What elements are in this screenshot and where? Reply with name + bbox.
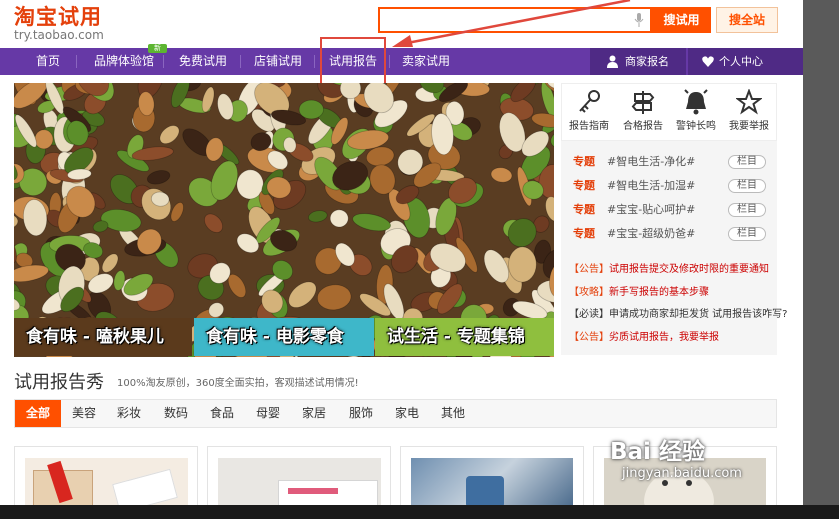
- banner-caption-autumn-nuts[interactable]: 食有味 - 嗑秋果儿: [14, 318, 192, 356]
- notice-text: 劣质试用报告，我要举报: [609, 332, 719, 343]
- topic-link[interactable]: #宝宝-贴心呵护#: [607, 203, 695, 217]
- page: 淘宝试用 try.taobao.com 搜试用 搜全站 首页 品牌体验馆 免费试…: [0, 0, 839, 519]
- topic-link[interactable]: #宝宝-超级奶爸#: [607, 227, 695, 241]
- clothing-shape: [466, 476, 504, 508]
- new-badge: 新: [148, 44, 167, 53]
- topic-column-button[interactable]: 栏目: [728, 179, 766, 193]
- product-label-shape: [288, 488, 338, 494]
- topic-row: 专题 #智电生活-净化# 栏目: [573, 155, 773, 169]
- search-all-button[interactable]: 搜全站: [716, 7, 778, 33]
- warning-bell-label: 警钟长鸣: [676, 121, 716, 132]
- topic-column-button[interactable]: 栏目: [728, 203, 766, 217]
- annotation-arrow: [392, 0, 631, 47]
- bell-icon: [684, 89, 708, 115]
- report-abuse-label: 我要举报: [729, 121, 769, 132]
- nav-divider: [314, 55, 315, 68]
- report-guide-link[interactable]: 报告指南: [564, 89, 614, 132]
- tab-apparel[interactable]: 服饰: [338, 400, 384, 427]
- banner-caption-topic-collection[interactable]: 试生活 - 专题集锦: [375, 318, 554, 356]
- topic-column-button[interactable]: 栏目: [728, 155, 766, 169]
- notice-text: 试用报告提交及修改时限的重要通知: [609, 264, 769, 275]
- banner-caption-movie-snacks[interactable]: 食有味 - 电影零食: [194, 318, 374, 356]
- notice-item[interactable]: 【必读】申请成功商家却拒发货 试用报告该咋写?: [569, 308, 788, 321]
- tab-other[interactable]: 其他: [430, 400, 476, 427]
- nav-item-free-trial[interactable]: 免费试用: [179, 48, 227, 75]
- nav-divider: [240, 55, 241, 68]
- topic-row: 专题 #宝宝-贴心呵护# 栏目: [573, 203, 773, 217]
- topic-row: 专题 #智电生活-加湿# 栏目: [573, 179, 773, 193]
- topic-row: 专题 #宝宝-超级奶爸# 栏目: [573, 227, 773, 241]
- nav-divider: [76, 55, 77, 68]
- topic-tag: 专题: [573, 179, 595, 192]
- topic-link[interactable]: #智电生活-净化#: [607, 155, 695, 169]
- taskbar-edge: [0, 505, 839, 519]
- tab-all[interactable]: 全部: [15, 400, 61, 427]
- notice-item[interactable]: 【公告】试用报告提交及修改时限的重要通知: [569, 263, 769, 276]
- nav-item-shop-trial[interactable]: 店铺试用: [254, 48, 302, 75]
- report-abuse-link[interactable]: 我要举报: [724, 89, 774, 132]
- notice-item[interactable]: 【攻略】新手写报告的基本步骤: [569, 286, 709, 299]
- nut-shape: [34, 129, 54, 150]
- star-icon: [736, 89, 762, 115]
- taobao-try-logo[interactable]: 淘宝试用 try.taobao.com: [14, 6, 104, 42]
- topic-link[interactable]: #智电生活-加湿#: [607, 179, 695, 193]
- mixed-nuts-photo: [14, 83, 554, 357]
- notice-tag: 【公告】: [569, 264, 609, 275]
- report-thumbnail[interactable]: [25, 458, 188, 508]
- nav-item-brand-experience[interactable]: 品牌体验馆: [94, 48, 154, 75]
- notice-item[interactable]: 【公告】劣质试用报告，我要举报: [569, 331, 719, 344]
- window-edge: [803, 0, 839, 519]
- tab-home[interactable]: 家居: [291, 400, 337, 427]
- banner-image[interactable]: [14, 83, 554, 357]
- nut-shape: [508, 246, 537, 283]
- report-thumbnail[interactable]: [411, 458, 573, 508]
- card-shape: [112, 468, 178, 508]
- qualified-report-link[interactable]: 合格报告: [618, 89, 668, 132]
- report-guide-label: 报告指南: [569, 121, 609, 132]
- notice-tag: 【必读】: [569, 309, 609, 320]
- personal-center-link[interactable]: 个人中心: [688, 48, 803, 75]
- notice-tag: 【攻略】: [569, 287, 609, 298]
- key-icon: [579, 90, 600, 113]
- tab-food[interactable]: 食品: [199, 400, 245, 427]
- personal-center-label: 个人中心: [719, 55, 763, 68]
- logo-title: 淘宝试用: [14, 5, 102, 29]
- qualified-report-label: 合格报告: [623, 121, 663, 132]
- watermark-url: jingyan.baidu.com: [622, 466, 742, 481]
- nav-divider: [163, 55, 164, 68]
- tab-makeup[interactable]: 彩妆: [106, 400, 152, 427]
- section-subtitle: 100%淘友原创，360度全面实拍，客观描述试用情况!: [117, 378, 359, 389]
- topic-tag: 专题: [573, 227, 595, 240]
- tab-digital[interactable]: 数码: [153, 400, 199, 427]
- notice-text: 新手写报告的基本步骤: [609, 287, 709, 298]
- report-thumbnail[interactable]: [218, 458, 381, 508]
- notice-text: 申请成功商家却拒发货 试用报告该咋写?: [609, 309, 788, 320]
- tab-beauty[interactable]: 美容: [61, 400, 107, 427]
- signpost-icon: [631, 91, 655, 114]
- notice-tag: 【公告】: [569, 332, 609, 343]
- topic-column-button[interactable]: 栏目: [728, 227, 766, 241]
- nav-item-home[interactable]: 首页: [36, 48, 60, 75]
- warning-bell-link[interactable]: 警钟长鸣: [671, 89, 721, 132]
- logo-url: try.taobao.com: [14, 28, 104, 42]
- product-box-shape: [278, 480, 378, 508]
- tab-mother-baby[interactable]: 母婴: [245, 400, 291, 427]
- tab-appliance[interactable]: 家电: [384, 400, 430, 427]
- topic-tag: 专题: [573, 155, 595, 168]
- baidu-jingyan-watermark: Bai 经验: [610, 439, 705, 465]
- highlight-box: [320, 37, 386, 87]
- search-try-button[interactable]: 搜试用: [652, 7, 711, 33]
- nut-shape: [298, 99, 324, 120]
- heart-icon: [702, 56, 714, 67]
- section-title: 试用报告秀: [14, 372, 104, 393]
- topic-tag: 专题: [573, 203, 595, 216]
